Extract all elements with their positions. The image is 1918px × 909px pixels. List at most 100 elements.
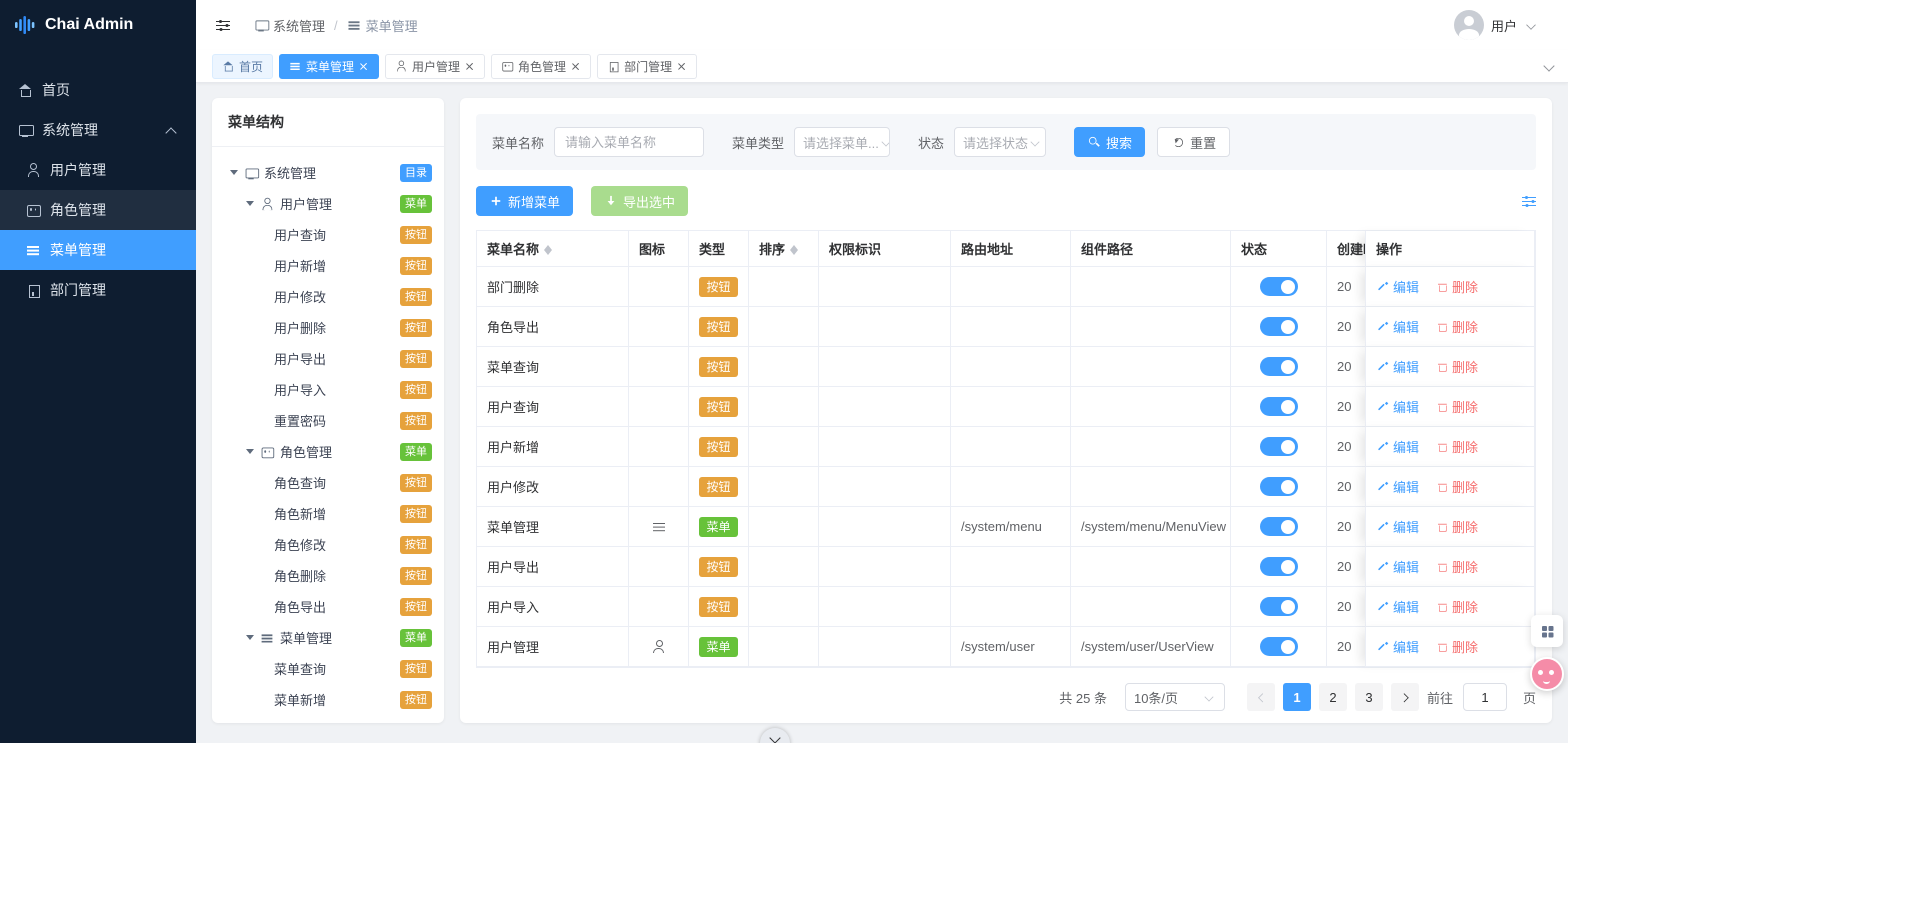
tree-node[interactable]: 用户导入 按钮 bbox=[224, 374, 432, 405]
status-toggle[interactable] bbox=[1259, 517, 1298, 536]
column-header[interactable]: 状态 bbox=[1231, 231, 1327, 267]
delete-link[interactable]: 删除 bbox=[1435, 637, 1478, 656]
tab[interactable]: 角色管理 bbox=[491, 53, 592, 79]
export-selected-button[interactable]: 导出选中 bbox=[591, 186, 689, 216]
column-header[interactable]: 类型 bbox=[689, 231, 749, 267]
sort-icon[interactable] bbox=[544, 241, 553, 257]
tree-node[interactable]: 角色新增 按钮 bbox=[224, 498, 432, 529]
tree-node[interactable]: 角色查询 按钮 bbox=[224, 467, 432, 498]
close-icon[interactable] bbox=[571, 61, 581, 71]
status-select[interactable]: 请选择状态 bbox=[954, 127, 1047, 157]
sidebar-group-system[interactable]: 系统管理 bbox=[0, 110, 196, 150]
tree-node[interactable]: 角色导出 按钮 bbox=[224, 591, 432, 622]
status-toggle[interactable] bbox=[1259, 597, 1298, 616]
tree-node[interactable]: 角色修改 按钮 bbox=[224, 529, 432, 560]
row-icon bbox=[652, 520, 666, 534]
delete-link[interactable]: 删除 bbox=[1435, 397, 1478, 416]
search-button[interactable]: 搜索 bbox=[1074, 127, 1146, 157]
edit-link[interactable]: 编辑 bbox=[1376, 357, 1419, 376]
column-settings-icon[interactable] bbox=[1522, 194, 1536, 208]
goto-page-input[interactable] bbox=[1462, 683, 1507, 711]
delete-link[interactable]: 删除 bbox=[1435, 477, 1478, 496]
edit-link[interactable]: 编辑 bbox=[1376, 597, 1419, 616]
caret-down-icon[interactable] bbox=[246, 201, 254, 210]
assistant-avatar-button[interactable] bbox=[1530, 657, 1564, 691]
status-toggle[interactable] bbox=[1259, 557, 1298, 576]
delete-link[interactable]: 删除 bbox=[1435, 557, 1478, 576]
delete-link[interactable]: 删除 bbox=[1435, 277, 1478, 296]
user-menu[interactable]: 用户 bbox=[1453, 10, 1538, 40]
tree-node[interactable]: 菜单新增 按钮 bbox=[224, 684, 432, 715]
sidebar-collapse-button[interactable] bbox=[216, 18, 230, 32]
next-page-button[interactable] bbox=[1390, 683, 1419, 711]
status-toggle[interactable] bbox=[1259, 277, 1298, 296]
column-header[interactable]: 组件路径 bbox=[1071, 231, 1231, 267]
status-toggle[interactable] bbox=[1259, 437, 1298, 456]
edit-link[interactable]: 编辑 bbox=[1376, 317, 1419, 336]
column-header[interactable]: 图标 bbox=[629, 231, 689, 267]
delete-link[interactable]: 删除 bbox=[1435, 357, 1478, 376]
menu-type-select[interactable]: 请选择菜单... bbox=[794, 127, 891, 157]
caret-down-icon[interactable] bbox=[230, 170, 238, 179]
sidebar-item-departments[interactable]: 部门管理 bbox=[0, 270, 196, 310]
status-toggle[interactable] bbox=[1259, 317, 1298, 336]
caret-down-icon[interactable] bbox=[246, 635, 254, 644]
edit-link[interactable]: 编辑 bbox=[1376, 277, 1419, 296]
status-toggle[interactable] bbox=[1259, 357, 1298, 376]
prev-page-button[interactable] bbox=[1246, 683, 1275, 711]
menu-name-input[interactable] bbox=[554, 127, 705, 157]
tabs-overflow-chevron-icon[interactable] bbox=[1542, 59, 1556, 73]
column-header[interactable]: 权限标识 bbox=[819, 231, 951, 267]
sidebar-item-roles[interactable]: 角色管理 bbox=[0, 190, 196, 230]
tab[interactable]: 菜单管理 bbox=[279, 53, 380, 79]
edit-link[interactable]: 编辑 bbox=[1376, 637, 1419, 656]
status-toggle[interactable] bbox=[1259, 637, 1298, 656]
tree-node[interactable]: 用户管理 菜单 bbox=[224, 188, 432, 219]
tree-node[interactable]: 系统管理 目录 bbox=[224, 157, 432, 188]
tree-node[interactable]: 用户修改 按钮 bbox=[224, 281, 432, 312]
breadcrumb-item-system[interactable]: 系统管理 bbox=[254, 16, 325, 35]
page-size-select[interactable]: 10条/页 bbox=[1124, 683, 1225, 711]
edit-link[interactable]: 编辑 bbox=[1376, 397, 1419, 416]
tab[interactable]: 首页 bbox=[212, 53, 274, 79]
status-toggle[interactable] bbox=[1259, 397, 1298, 416]
edit-link[interactable]: 编辑 bbox=[1376, 557, 1419, 576]
delete-link[interactable]: 删除 bbox=[1435, 597, 1478, 616]
tab[interactable]: 用户管理 bbox=[385, 53, 486, 79]
column-header[interactable]: 排序 bbox=[749, 231, 819, 267]
close-icon[interactable] bbox=[465, 61, 475, 71]
tab[interactable]: 部门管理 bbox=[597, 53, 698, 79]
tree-node[interactable]: 用户查询 按钮 bbox=[224, 219, 432, 250]
close-icon[interactable] bbox=[359, 61, 369, 71]
column-header[interactable]: 路由地址 bbox=[951, 231, 1071, 267]
status-toggle[interactable] bbox=[1259, 477, 1298, 496]
tree-node[interactable]: 菜单管理 菜单 bbox=[224, 622, 432, 653]
tree-node[interactable]: 菜单查询 按钮 bbox=[224, 653, 432, 684]
tree-node[interactable]: 重置密码 按钮 bbox=[224, 405, 432, 436]
sidebar-item-users[interactable]: 用户管理 bbox=[0, 150, 196, 190]
edit-link[interactable]: 编辑 bbox=[1376, 437, 1419, 456]
caret-down-icon[interactable] bbox=[246, 449, 254, 458]
tree-node[interactable]: 用户导出 按钮 bbox=[224, 343, 432, 374]
column-header[interactable]: 创建时间 bbox=[1327, 231, 1365, 267]
tree-node[interactable]: 角色删除 按钮 bbox=[224, 560, 432, 591]
delete-link[interactable]: 删除 bbox=[1435, 437, 1478, 456]
page-number-button[interactable]: 2 bbox=[1318, 683, 1347, 711]
close-icon[interactable] bbox=[677, 61, 687, 71]
delete-link[interactable]: 删除 bbox=[1435, 317, 1478, 336]
tree-node[interactable]: 角色管理 菜单 bbox=[224, 436, 432, 467]
reset-button[interactable]: 重置 bbox=[1157, 127, 1231, 157]
edit-link[interactable]: 编辑 bbox=[1376, 477, 1419, 496]
quick-panel-button[interactable] bbox=[1531, 615, 1563, 647]
tree-node[interactable]: 用户删除 按钮 bbox=[224, 312, 432, 343]
sort-icon[interactable] bbox=[790, 241, 799, 257]
delete-link[interactable]: 删除 bbox=[1435, 517, 1478, 536]
page-number-button[interactable]: 1 bbox=[1282, 683, 1311, 711]
page-number-button[interactable]: 3 bbox=[1354, 683, 1383, 711]
sidebar-item-menus[interactable]: 菜单管理 bbox=[0, 230, 196, 270]
add-menu-button[interactable]: 新增菜单 bbox=[476, 186, 574, 216]
edit-link[interactable]: 编辑 bbox=[1376, 517, 1419, 536]
sidebar-item-home[interactable]: 首页 bbox=[0, 70, 196, 110]
column-header[interactable]: 菜单名称 bbox=[477, 231, 629, 267]
tree-node[interactable]: 用户新增 按钮 bbox=[224, 250, 432, 281]
